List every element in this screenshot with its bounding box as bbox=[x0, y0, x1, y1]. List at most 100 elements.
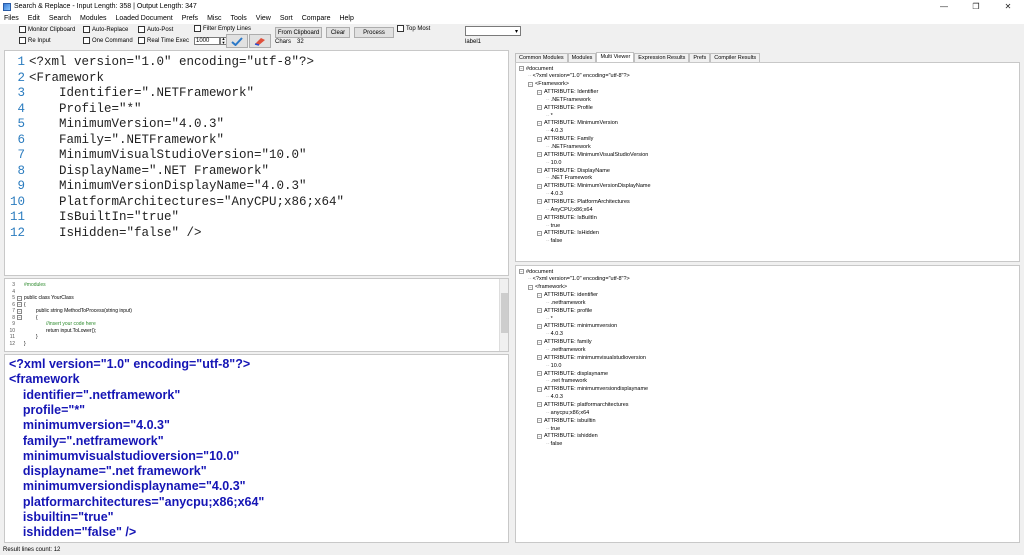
result-output[interactable]: <?xml version="1.0" encoding="utf-8"?> <f… bbox=[4, 354, 509, 543]
tree-node[interactable]: − ATTRIBUTE: profile bbox=[537, 307, 592, 314]
expand-toggle-icon[interactable]: − bbox=[537, 323, 542, 329]
expand-toggle-icon[interactable]: − bbox=[537, 355, 542, 361]
tree-node[interactable]: − ATTRIBUTE: PlatformArchitectures bbox=[537, 198, 630, 205]
tree-node[interactable]: − ATTRIBUTE: Family bbox=[537, 136, 593, 143]
expand-toggle-icon[interactable]: − bbox=[537, 292, 542, 298]
fold-toggle-icon[interactable]: − bbox=[17, 308, 22, 314]
menu-item-files[interactable]: Files bbox=[4, 15, 19, 22]
tree-node[interactable]: ·· true bbox=[546, 222, 560, 229]
expand-toggle-icon[interactable]: − bbox=[537, 120, 542, 126]
tree-node[interactable]: ·· .NETFramework bbox=[546, 144, 591, 151]
tree-node[interactable]: − ATTRIBUTE: DisplayName bbox=[537, 167, 610, 174]
tree-node[interactable]: ·· .NETFramework bbox=[546, 96, 591, 103]
menu-item-view[interactable]: View bbox=[256, 15, 271, 22]
tree-node[interactable]: − ATTRIBUTE: MinimumVisualStudioVersion bbox=[537, 151, 648, 158]
tab-multi-viewer[interactable]: Multi Viewer bbox=[596, 52, 635, 62]
tree-node[interactable]: − ATTRIBUTE: Identifier bbox=[537, 89, 598, 96]
tree-node[interactable]: ·· 4.0.3 bbox=[546, 191, 563, 198]
tree-node[interactable]: − ATTRIBUTE: displayname bbox=[537, 370, 608, 377]
tab-compiler-results[interactable]: Compiler Results bbox=[710, 53, 761, 62]
tree-node[interactable]: ·· 4.0.3 bbox=[546, 394, 563, 401]
expand-toggle-icon[interactable]: − bbox=[519, 66, 524, 71]
code-scrollbar[interactable] bbox=[499, 279, 508, 351]
expand-toggle-icon[interactable]: − bbox=[537, 215, 542, 221]
input-editor[interactable]: 1 <?xml version="1.0" encoding="utf-8"?> 2… bbox=[4, 50, 509, 276]
tree-node[interactable]: − <framework> bbox=[528, 284, 567, 291]
tree-view-output[interactable]: − #document ·· <?xml version="1.0" encoding… bbox=[515, 265, 1020, 543]
minimize-icon[interactable]: — bbox=[928, 0, 960, 13]
tree-node[interactable]: ·· false bbox=[546, 238, 562, 245]
one-command-checkbox[interactable]: One Command bbox=[83, 37, 133, 44]
from-clipboard-button[interactable]: From Clipboard bbox=[275, 27, 322, 38]
clear-button[interactable]: Clear bbox=[326, 27, 350, 38]
menu-item-modules[interactable]: Modules bbox=[80, 15, 106, 22]
tree-node[interactable]: ·· .netframework bbox=[546, 347, 586, 354]
tree-node[interactable]: − #document bbox=[519, 268, 553, 275]
erase-button[interactable] bbox=[249, 34, 271, 48]
auto-post-checkbox[interactable]: Auto-Post bbox=[138, 26, 173, 33]
tree-node[interactable]: ·· anycpu;x86;x64 bbox=[546, 409, 589, 416]
tree-node[interactable]: ·· .netframework bbox=[546, 299, 586, 306]
tree-node[interactable]: − ATTRIBUTE: family bbox=[537, 339, 592, 346]
run-check-button[interactable] bbox=[226, 34, 248, 48]
tree-node[interactable]: ·· <?xml version="1.0" encoding="utf-8"?> bbox=[528, 276, 630, 283]
real-time-exec-checkbox[interactable]: Real Time Exec bbox=[138, 37, 189, 44]
expand-toggle-icon[interactable]: − bbox=[537, 433, 542, 439]
expand-toggle-icon[interactable]: − bbox=[528, 284, 533, 290]
expand-toggle-icon[interactable]: − bbox=[537, 199, 542, 205]
menu-item-edit[interactable]: Edit bbox=[28, 15, 40, 22]
tree-node[interactable]: ·· 10.0 bbox=[546, 159, 561, 166]
tab-common-modules[interactable]: Common Modules bbox=[515, 53, 568, 62]
menu-item-help[interactable]: Help bbox=[339, 15, 353, 22]
tree-node[interactable]: ·· 10.0 bbox=[546, 362, 561, 369]
tree-node[interactable]: ·· * bbox=[546, 112, 553, 119]
menu-item-sort[interactable]: Sort bbox=[280, 15, 293, 22]
tree-node[interactable]: − ATTRIBUTE: minimumversion bbox=[537, 323, 617, 330]
tree-node[interactable]: ·· .net framework bbox=[546, 378, 587, 385]
tree-node[interactable]: − ATTRIBUTE: IsBuiltIn bbox=[537, 214, 597, 221]
expand-toggle-icon[interactable]: − bbox=[537, 168, 542, 174]
expand-toggle-icon[interactable]: − bbox=[537, 339, 542, 345]
expand-toggle-icon[interactable]: − bbox=[519, 269, 524, 274]
filter-empty-lines-checkbox[interactable]: Filter Empty Lines bbox=[194, 25, 251, 32]
expand-toggle-icon[interactable]: − bbox=[537, 136, 542, 142]
tree-node[interactable]: ·· 4.0.3 bbox=[546, 128, 563, 135]
expand-toggle-icon[interactable]: − bbox=[537, 230, 542, 236]
expand-toggle-icon[interactable]: − bbox=[537, 152, 542, 158]
tree-node[interactable]: ·· * bbox=[546, 315, 553, 322]
tree-node[interactable]: ·· true bbox=[546, 425, 560, 432]
maximize-icon[interactable]: ❐ bbox=[960, 0, 992, 13]
expand-toggle-icon[interactable]: − bbox=[537, 402, 542, 408]
expand-toggle-icon[interactable]: − bbox=[537, 183, 542, 189]
code-editor[interactable]: 3 #modules 4 5− public class YourClass 6−{7− p… bbox=[4, 278, 509, 352]
tree-node[interactable]: − ATTRIBUTE: MinimumVersionDisplayName bbox=[537, 183, 651, 190]
menu-item-search[interactable]: Search bbox=[49, 15, 71, 22]
fold-toggle-icon[interactable]: − bbox=[17, 302, 22, 307]
tree-node[interactable]: ·· 4.0.3 bbox=[546, 331, 563, 338]
expand-toggle-icon[interactable]: − bbox=[537, 308, 542, 314]
tab-expression-results[interactable]: Expression Results bbox=[634, 53, 690, 62]
process-button[interactable]: Process bbox=[354, 27, 394, 38]
menu-item-prefs[interactable]: Prefs bbox=[182, 15, 198, 22]
expand-toggle-icon[interactable]: − bbox=[528, 81, 533, 87]
tree-node[interactable]: − #document bbox=[519, 65, 553, 72]
interval-input[interactable]: 1000 bbox=[194, 37, 220, 45]
monitor-clipboard-checkbox[interactable]: Monitor Clipboard bbox=[19, 26, 75, 33]
tree-node[interactable]: − ATTRIBUTE: isbuiltin bbox=[537, 417, 596, 424]
scrollbar-thumb[interactable] bbox=[501, 293, 508, 333]
close-icon[interactable]: ✕ bbox=[992, 0, 1024, 13]
tree-node[interactable]: − <Framework> bbox=[528, 81, 569, 88]
top-most-checkbox[interactable]: Top Most bbox=[397, 25, 430, 32]
fold-toggle-icon[interactable]: − bbox=[17, 315, 22, 320]
tab-modules[interactable]: Modules bbox=[567, 53, 597, 62]
tree-node[interactable]: − ATTRIBUTE: ishidden bbox=[537, 433, 598, 440]
expand-toggle-icon[interactable]: − bbox=[537, 371, 542, 377]
auto-replace-checkbox[interactable]: Auto-Replace bbox=[83, 26, 128, 33]
re-input-checkbox[interactable]: Re Input bbox=[19, 37, 51, 44]
tree-node[interactable]: − ATTRIBUTE: Profile bbox=[537, 104, 593, 111]
tree-node[interactable]: ·· AnyCPU;x86;x64 bbox=[546, 206, 593, 213]
tree-node[interactable]: ·· .NET Framework bbox=[546, 175, 592, 182]
menu-item-loaded-document[interactable]: Loaded Document bbox=[116, 15, 173, 22]
tree-node[interactable]: − ATTRIBUTE: minimumversiondisplayname bbox=[537, 386, 648, 393]
menu-item-compare[interactable]: Compare bbox=[302, 15, 331, 22]
